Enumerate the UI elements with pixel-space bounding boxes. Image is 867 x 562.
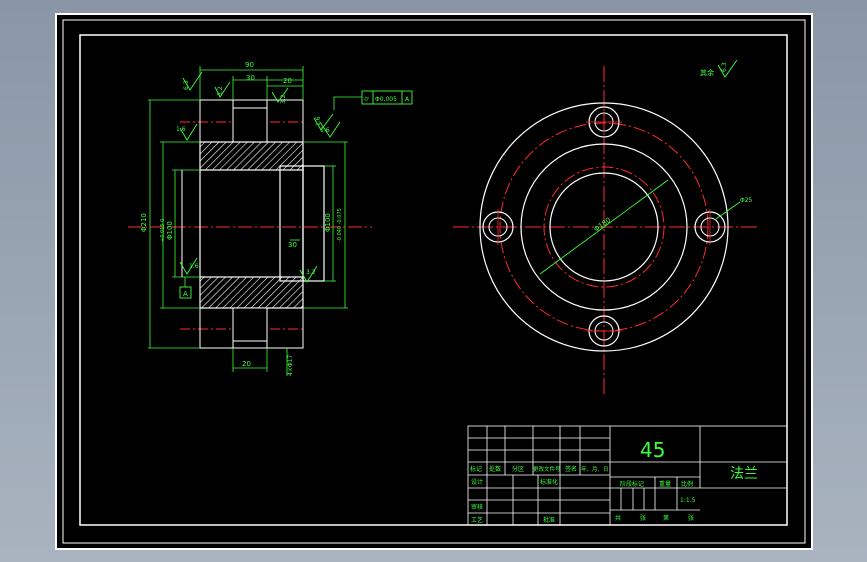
stage-label: 阶段标记 (620, 480, 644, 488)
drawing-sheet (55, 13, 813, 550)
scale-value: 1:1.5 (680, 497, 696, 504)
row-process: 工艺 (471, 516, 483, 524)
dim-od-right-tol: -0.040 -0.075 (337, 208, 343, 242)
sheet-unit-2: 张 (688, 514, 694, 522)
header-change-doc: 更改文件号 (533, 465, 561, 473)
tolerance-value: Φ0.005 (375, 96, 397, 103)
row-standardize: 标准化 (540, 478, 558, 486)
dim-hole-dia: 4×Φ17 (287, 355, 294, 376)
dim-inner-step: 30 (288, 241, 297, 249)
dim-od-right: Φ100 (324, 213, 332, 232)
dim-step-width: 20 (283, 77, 292, 85)
dim-overall-width: 90 (245, 61, 254, 69)
material-label: 45 (640, 438, 665, 462)
roughness-label-8: 3.2 (306, 269, 316, 276)
header-mark: 标记 (470, 465, 482, 473)
tolerance-symbol: ⌭ (364, 95, 369, 103)
roughness-label-2: 3.2 (217, 86, 224, 96)
part-name-label: 法兰 (730, 466, 758, 482)
datum-label: A (183, 290, 188, 298)
sheet-number: 第 (663, 514, 669, 522)
header-count: 处数 (489, 465, 501, 473)
dim-bore-left: Φ100 (166, 221, 174, 240)
roughness-label-1: 6.3 (183, 80, 190, 90)
weight-label: 重量 (659, 480, 671, 488)
header-zone: 分区 (512, 465, 524, 473)
row-approve: 批准 (543, 516, 555, 524)
dim-bottom-width: 20 (242, 360, 251, 368)
dim-bore-tol: +0.015 0 (160, 219, 166, 242)
header-sign: 签名 (565, 465, 577, 473)
dim-hub-width: 30 (246, 74, 255, 82)
general-roughness-note: 其余 (700, 68, 714, 77)
roughness-label-5: 1.6 (315, 116, 322, 126)
row-design: 设计 (471, 478, 483, 486)
general-roughness-value: 6.3 (721, 62, 728, 72)
top-bolt-hole (232, 99, 268, 143)
sheet-total: 共 (615, 514, 621, 522)
cad-drawing: 90 30 20 20 30 Φ210 Φ100 +0.015 0 Φ100 -… (55, 13, 813, 550)
header-date: 年、月、日 (581, 465, 609, 473)
roughness-label-7: 1.6 (189, 263, 199, 270)
bottom-hatched-body (199, 276, 304, 309)
dim-od-left: Φ210 (140, 213, 148, 232)
row-check: 审核 (471, 503, 483, 511)
roughness-label-4: 1.6 (176, 126, 186, 133)
roughness-label-3: 3.2 (280, 94, 287, 104)
hole-dia-label: Φ25 (740, 197, 753, 204)
sheet-unit-1: 张 (640, 514, 646, 522)
scale-label: 比例 (681, 480, 693, 488)
bottom-bolt-hole (232, 307, 268, 349)
roughness-label-6: 1.6 (320, 127, 330, 134)
